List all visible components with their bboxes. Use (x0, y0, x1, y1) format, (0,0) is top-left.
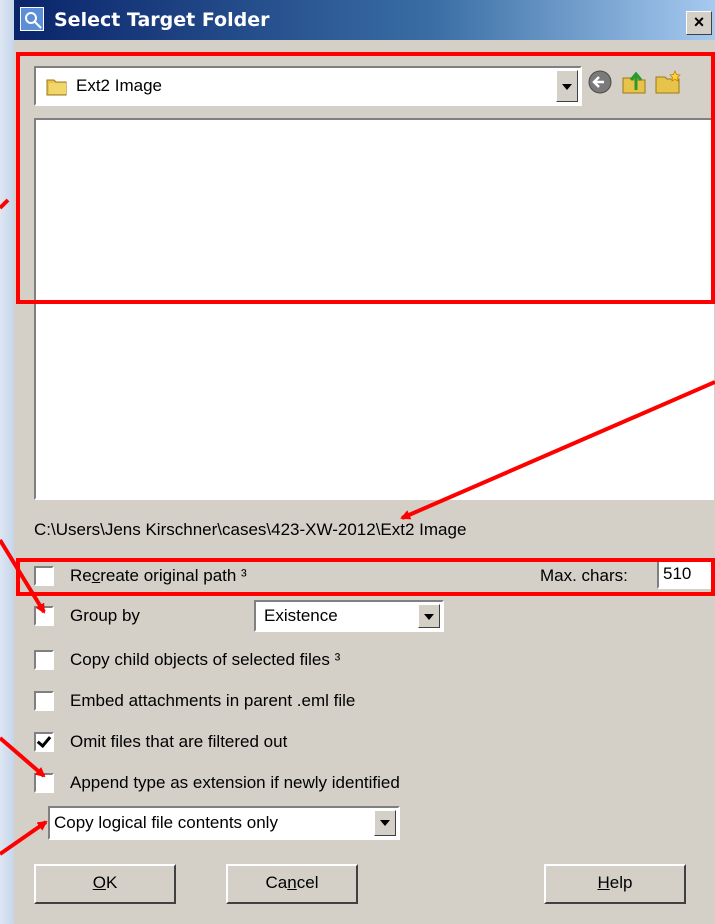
annotation-arrow-copy-mode (0, 820, 48, 856)
annotation-arrow-group-by (0, 538, 46, 614)
annotation-arrow-tree (0, 198, 10, 210)
annotation-arrow-path (400, 380, 715, 520)
annotation-arrow-append-type (0, 736, 46, 778)
annotation-arrows (0, 198, 715, 856)
